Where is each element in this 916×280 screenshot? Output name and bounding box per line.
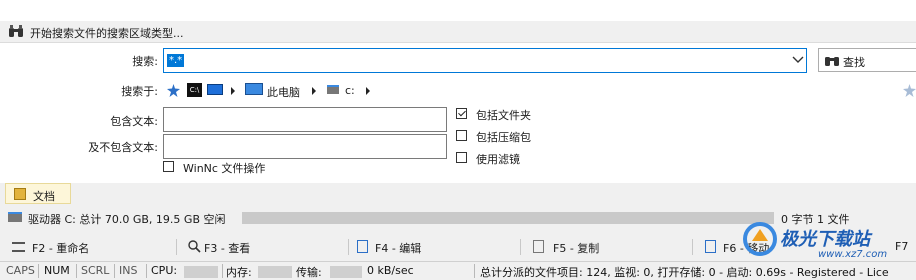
search-in-label: 搜索于: [121, 85, 158, 98]
chevron-right-icon[interactable] [231, 87, 235, 95]
option-use-filter[interactable]: 使用滤镜 [456, 150, 596, 166]
watermark-brand: 极光下载站 [780, 229, 870, 250]
breadcrumb-drive[interactable]: c: [345, 84, 355, 97]
divider [520, 239, 521, 255]
use-filter-label: 使用滤镜 [476, 153, 520, 166]
drive-icon [8, 212, 22, 222]
divider [176, 239, 177, 255]
scrl-indicator: SCRL [81, 264, 110, 277]
include-folders-label: 包括文件夹 [476, 109, 531, 122]
find-button-label: 查找 [843, 56, 865, 69]
divider [114, 264, 115, 278]
winnc-option[interactable]: WinNc 文件操作 [163, 159, 363, 175]
transfer-value: 0 kB/sec [367, 264, 414, 277]
chevron-down-icon[interactable] [792, 55, 804, 65]
include-archives-label: 包括压缩包 [476, 131, 531, 144]
search-header[interactable]: 开始搜索文件的搜索区域类型... [0, 21, 916, 43]
contains-text-input[interactable] [163, 107, 447, 132]
divider [474, 264, 475, 278]
this-pc-icon [245, 83, 263, 95]
drive-icon [327, 85, 339, 94]
watermark-logo: 极光下载站 www.xz7.com [720, 219, 916, 264]
tab-bar [0, 183, 916, 205]
ins-indicator: INS [119, 264, 138, 277]
cpu-meter [184, 266, 218, 278]
status-summary: 总计分派的文件项目: 124, 监视: 0, 打开存储: 0 - 启动: 0.6… [480, 266, 889, 279]
search-input[interactable]: *.* [163, 48, 807, 73]
cmd-icon[interactable]: C:\ [187, 83, 202, 97]
pin-icon[interactable] [167, 84, 180, 97]
watermark-logo-mark [743, 222, 777, 256]
f2-rename-button[interactable]: F2 - 重命名 [32, 240, 89, 256]
binoculars-icon [9, 25, 23, 37]
winnc-label: WinNc 文件操作 [183, 162, 266, 175]
view-icon [188, 240, 201, 253]
f4-edit-button[interactable]: F4 - 编辑 [375, 240, 421, 256]
contains-label: 包含文本: [110, 115, 158, 128]
caps-indicator: CAPS [6, 264, 35, 277]
top-strip [0, 0, 916, 22]
find-button[interactable]: 查找 [818, 48, 916, 72]
transfer-label: 传输: [296, 266, 322, 279]
star-icon[interactable] [903, 84, 916, 97]
use-filter-checkbox[interactable] [456, 152, 467, 163]
num-indicator: NUM [44, 264, 70, 277]
search-value: *.* [167, 54, 185, 67]
copy-icon [533, 240, 544, 253]
search-header-title: 开始搜索文件的搜索区域类型... [30, 27, 184, 40]
search-label: 搜索: [132, 55, 158, 68]
not-contains-label: 及不包含文本: [88, 141, 158, 154]
tab-documents[interactable]: 文档 [5, 183, 71, 204]
divider [146, 264, 147, 278]
breadcrumb-this-pc[interactable]: 此电脑 [267, 84, 300, 100]
f5-copy-button[interactable]: F5 - 复制 [553, 240, 599, 256]
tab-documents-label: 文档 [33, 190, 55, 203]
memory-label: 内存: [226, 266, 252, 279]
binoculars-icon [825, 57, 839, 66]
option-include-archives[interactable]: 包括压缩包 [456, 128, 596, 144]
path-breadcrumb[interactable]: C:\ 此电脑 c: [163, 80, 916, 102]
winnc-checkbox[interactable] [163, 161, 174, 172]
document-icon [14, 188, 26, 200]
chevron-right-icon[interactable] [366, 87, 370, 95]
option-include-folders[interactable]: 包括文件夹 [456, 106, 596, 122]
rename-icon [12, 242, 25, 252]
divider [348, 239, 349, 255]
divider [38, 264, 39, 278]
divider [222, 264, 223, 278]
drive-info-label: 驱动器 C: 总计 70.0 GB, 19.5 GB 空闲 [28, 213, 226, 226]
move-icon [705, 240, 716, 253]
desktop-icon[interactable] [207, 84, 223, 95]
chevron-right-icon[interactable] [312, 87, 316, 95]
divider [76, 264, 77, 278]
include-archives-checkbox[interactable] [456, 130, 467, 141]
drive-usage-bar [242, 212, 774, 224]
input-overlap [320, 150, 444, 158]
include-folders-checkbox[interactable] [456, 108, 467, 119]
memory-meter [258, 266, 292, 278]
cpu-label: CPU: [151, 264, 178, 277]
divider [692, 239, 693, 255]
f3-view-button[interactable]: F3 - 查看 [204, 240, 250, 256]
watermark-url: www.xz7.com [818, 249, 888, 260]
transfer-meter [330, 266, 362, 278]
edit-icon [357, 240, 368, 253]
